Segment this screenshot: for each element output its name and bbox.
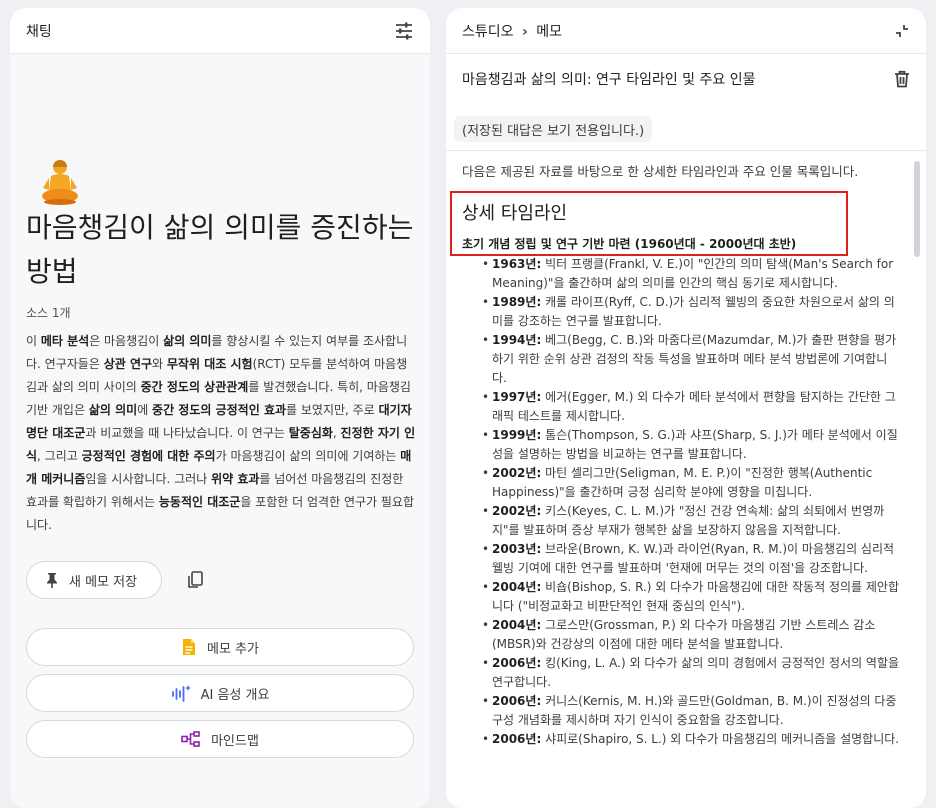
- timeline-year: 2004년:: [492, 580, 542, 594]
- summary-segment: 가 마음챙김이 삶의 의미에 기여하는: [215, 449, 401, 463]
- timeline-text: 커니스(Kernis, M. H.)와 골드만(Goldman, B. M.)이…: [492, 694, 897, 727]
- timeline-item: 2006년: 킹(King, L. A.) 외 다수가 삶의 의미 경험에서 긍…: [482, 654, 902, 692]
- timeline-item: 2004년: 비숍(Bishop, S. R.) 외 다수가 마음챙김에 대한 …: [482, 578, 902, 616]
- summary-segment: 에: [137, 403, 153, 417]
- timeline-item: 2002년: 마틴 셀리그만(Seligman, M. E. P.)이 "진정한…: [482, 464, 902, 502]
- timeline-year: 2002년:: [492, 466, 542, 480]
- timeline-year: 1963년:: [492, 257, 542, 271]
- mindmap-button[interactable]: 마인드맵: [26, 720, 414, 758]
- add-note-label: 메모 추가: [207, 641, 259, 657]
- timeline-year: 1999년:: [492, 428, 542, 442]
- summary-segment: 메타 분석: [40, 334, 90, 348]
- summary-segment: 무작위 대조 시험: [166, 357, 253, 371]
- timeline-item: 1999년: 톰슨(Thompson, S. G.)과 샤프(Sharp, S.…: [482, 426, 902, 464]
- timeline-item: 2003년: 브라운(Brown, K. W.)과 라이언(Ryan, R. M…: [482, 540, 902, 578]
- source-count: 소스 1개: [26, 306, 71, 320]
- collapse-icon[interactable]: [894, 23, 910, 39]
- timeline-list: 1963년: 빅터 프랭클(Frankl, V. E.)이 "인간의 의미 탐색…: [482, 255, 902, 749]
- add-note-button[interactable]: 메모 추가: [26, 628, 414, 666]
- timeline-item: 1989년: 캐롤 라이프(Ryff, C. D.)가 심리적 웰빙의 중요한 …: [482, 293, 902, 331]
- chat-panel: 채팅 마음챙김이 삶의 의미를 증진하는 방법 소스 1개 이 메타 분석은 마…: [10, 8, 430, 808]
- notebook-summary: 이 메타 분석은 마음챙김이 삶의 의미를 향상시킬 수 있는지 여부를 조사합…: [26, 330, 418, 537]
- timeline-text: 킹(King, L. A.) 외 다수가 삶의 의미 경험에서 긍정적인 정서의…: [492, 656, 900, 689]
- timeline-item: 2006년: 샤피로(Shapiro, S. L.) 외 다수가 마음챙김의 메…: [482, 730, 902, 749]
- timeline-item: 2002년: 키스(Keyes, C. L. M.)가 "정신 건강 연속체: …: [482, 502, 902, 540]
- summary-segment: 상관 연구: [103, 357, 153, 371]
- section-title: 상세 타임라인: [462, 203, 568, 224]
- timeline-text: 브라운(Brown, K. W.)과 라이언(Ryan, R. M.)이 마음챙…: [492, 542, 895, 575]
- studio-panel: 스튜디오 › 메모 마음챙김과 삶의 의미: 연구 타임라인 및 주요 인물 (…: [446, 8, 926, 808]
- timeline-text: 캐롤 라이프(Ryff, C. D.)가 심리적 웰빙의 중요한 차원으로서 삶…: [492, 295, 895, 328]
- audio-overview-label: AI 음성 개요: [200, 687, 270, 703]
- summary-segment: 임을 시사합니다. 그러나: [85, 472, 212, 486]
- timeline-year: 1997년:: [492, 390, 542, 404]
- timeline-item: 1997년: 에거(Egger, M.) 외 다수가 메타 분석에서 편향을 탐…: [482, 388, 902, 426]
- timeline-text: 마틴 셀리그만(Seligman, M. E. P.)이 "진정한 행복(Aut…: [492, 466, 873, 499]
- timeline-item: 2006년: 커니스(Kernis, M. H.)와 골드만(Goldman, …: [482, 692, 902, 730]
- timeline-year: 2004년:: [492, 618, 542, 632]
- summary-segment: 탈중심화: [288, 426, 333, 440]
- save-note-button[interactable]: 새 메모 저장: [26, 561, 163, 599]
- summary-segment: 중간 정도의 상관관계: [140, 380, 249, 394]
- note-icon: [181, 638, 197, 656]
- scrollbar-thumb[interactable]: [914, 161, 920, 257]
- timeline-item: 1994년: 베그(Begg, C. B.)와 마줌다르(Mazumdar, M…: [482, 331, 902, 388]
- timeline-item: 1963년: 빅터 프랭클(Frankl, V. E.)이 "인간의 의미 탐색…: [482, 255, 902, 293]
- save-note-label: 새 메모 저장: [69, 574, 138, 590]
- summary-segment: 삶의 의미: [163, 334, 212, 348]
- copy-icon[interactable]: [182, 566, 210, 594]
- timeline-year: 2002년:: [492, 504, 542, 518]
- memo-title: 마음챙김과 삶의 의미: 연구 타임라인 및 주요 인물: [462, 72, 756, 88]
- summary-segment: 를 보였지만, 주로: [286, 403, 379, 417]
- timeline-text: 샤피로(Shapiro, S. L.) 외 다수가 마음챙김의 메커니즘을 설명…: [541, 732, 900, 746]
- timeline-year: 1989년:: [492, 295, 542, 309]
- summary-segment: , 그리고: [37, 449, 82, 463]
- mindmap-label: 마인드맵: [211, 733, 259, 749]
- meditation-emoji-icon: [40, 158, 80, 206]
- summary-segment: 삶의 의미: [88, 403, 138, 417]
- timeline-year: 2006년:: [492, 732, 542, 746]
- timeline-text: 에거(Egger, M.) 외 다수가 메타 분석에서 편향을 탐지하는 간단한…: [492, 390, 896, 423]
- pin-icon: [45, 572, 59, 588]
- timeline-text: 베그(Begg, C. B.)와 마줌다르(Mazumdar, M.)가 출판 …: [492, 333, 897, 385]
- timeline-year: 1994년:: [492, 333, 542, 347]
- subsection-title: 초기 개념 정립 및 연구 기반 마련 (1960년대 - 2000년대 초반): [462, 237, 797, 251]
- summary-segment: ,: [332, 426, 341, 440]
- memo-content[interactable]: 다음은 제공된 자료를 바탕으로 한 상세한 타임라인과 주요 인물 목록입니다…: [446, 150, 926, 808]
- memo-intro: 다음은 제공된 자료를 바탕으로 한 상세한 타임라인과 주요 인물 목록입니다…: [462, 164, 859, 179]
- notebook-title: 마음챙김이 삶의 의미를 증진하는 방법: [26, 211, 414, 288]
- audio-sparkle-icon: [171, 684, 191, 702]
- breadcrumb: 스튜디오 › 메모: [462, 21, 562, 41]
- chat-header-title: 채팅: [26, 23, 52, 40]
- timeline-text: 비숍(Bishop, S. R.) 외 다수가 마음챙김에 대한 작동적 정의를…: [492, 580, 899, 613]
- chat-header: 채팅: [10, 8, 430, 54]
- summary-segment: 중간 정도의 긍정적인 효과: [152, 403, 287, 417]
- summary-segment: 와: [152, 357, 167, 371]
- timeline-item: 2004년: 그로스만(Grossman, P.) 외 다수가 마음챙김 기반 …: [482, 616, 902, 654]
- readonly-notice: (저장된 대답은 보기 전용입니다.): [454, 116, 653, 142]
- memo-title-row: 마음챙김과 삶의 의미: 연구 타임라인 및 주요 인물: [446, 54, 926, 104]
- summary-segment: 긍정적인 경험에 대한 주의: [81, 449, 216, 463]
- summary-segment: 은 마음챙김이: [89, 334, 164, 348]
- chevron-right-icon: ›: [521, 23, 528, 40]
- timeline-year: 2003년:: [492, 542, 542, 556]
- timeline-text: 빅터 프랭클(Frankl, V. E.)이 "인간의 의미 탐색(Man's …: [492, 257, 894, 290]
- summary-segment: 과 비교했을 때 나타났습니다. 이 연구는: [85, 426, 289, 440]
- studio-header: 스튜디오 › 메모: [446, 8, 926, 54]
- timeline-text: 키스(Keyes, C. L. M.)가 "정신 건강 연속체: 삶의 쇠퇴에서…: [492, 504, 885, 537]
- trash-icon[interactable]: [894, 70, 910, 88]
- timeline-text: 그로스만(Grossman, P.) 외 다수가 마음챙김 기반 스트레스 감소…: [492, 618, 876, 651]
- timeline-text: 톰슨(Thompson, S. G.)과 샤프(Sharp, S. J.)가 메…: [492, 428, 898, 461]
- audio-overview-button[interactable]: AI 음성 개요: [26, 674, 414, 712]
- mindmap-icon: [181, 731, 201, 747]
- timeline-year: 2006년:: [492, 694, 542, 708]
- tune-icon[interactable]: [394, 21, 414, 41]
- summary-segment: 위약 효과: [211, 472, 260, 486]
- summary-segment: 이: [26, 334, 41, 348]
- timeline-year: 2006년:: [492, 656, 542, 670]
- breadcrumb-memo: 메모: [536, 23, 562, 40]
- breadcrumb-studio[interactable]: 스튜디오: [462, 24, 514, 40]
- summary-segment: 능동적인 대조군: [158, 495, 241, 509]
